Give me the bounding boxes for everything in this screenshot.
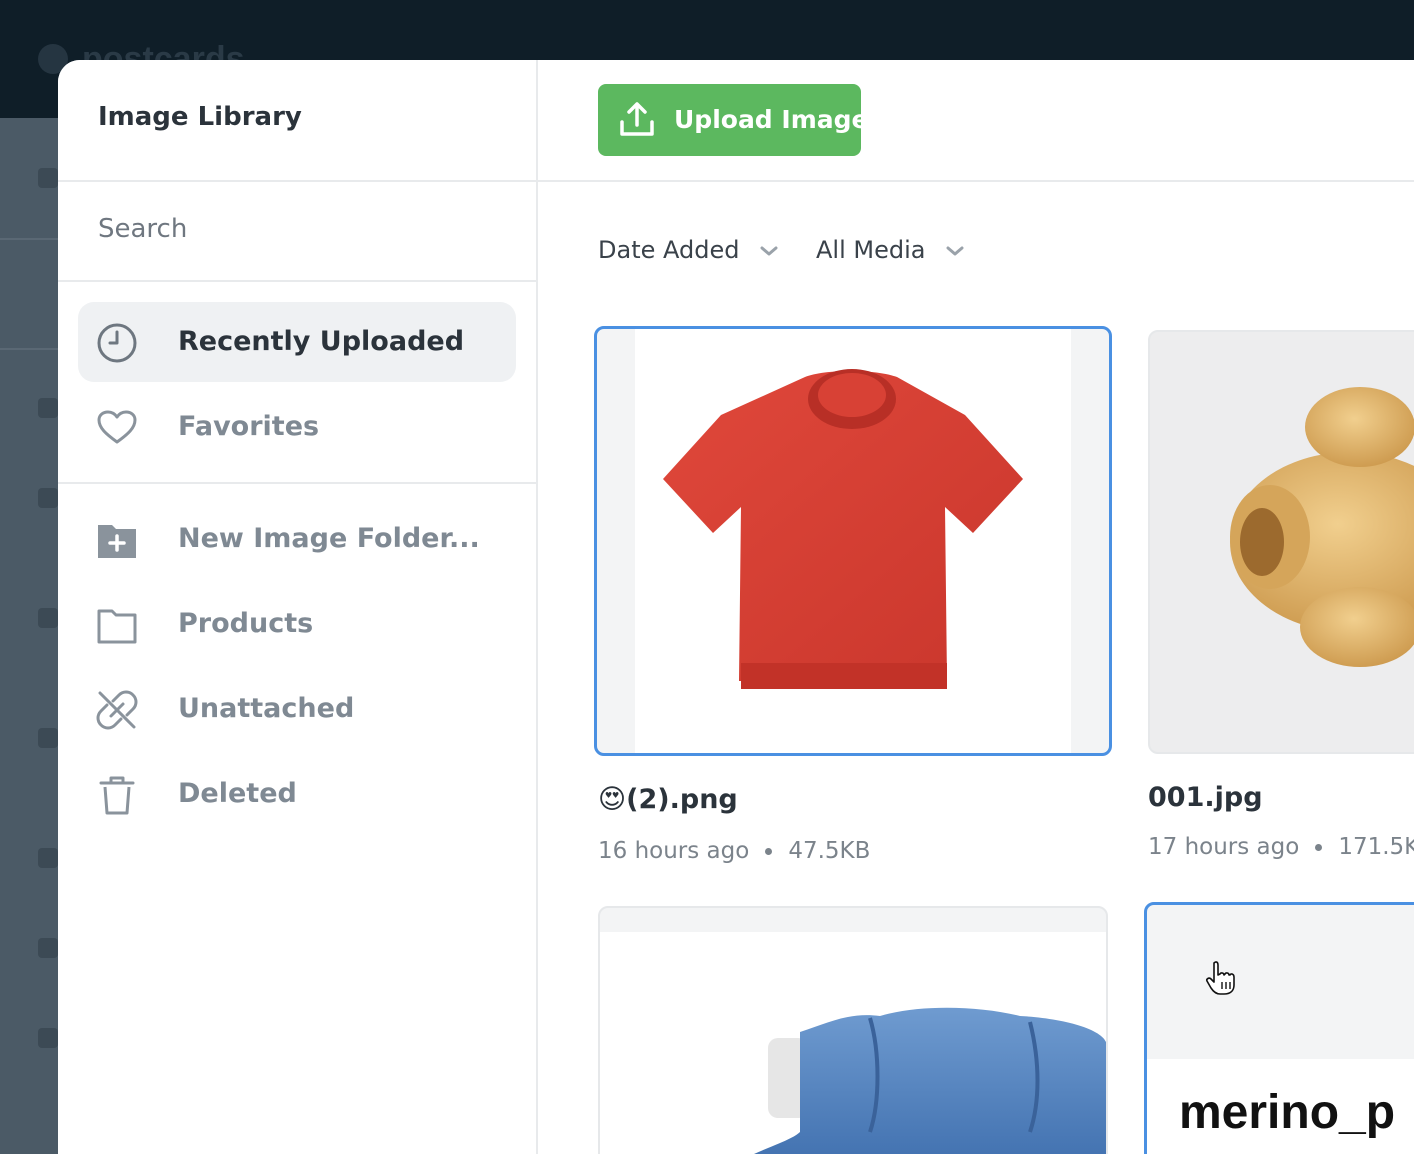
sidebar-item-label: Unattached xyxy=(178,693,355,724)
folder-icon xyxy=(97,609,137,644)
image-thumbnail xyxy=(635,329,1071,753)
image-filename: 001.jpg xyxy=(1148,782,1263,813)
image-size: 171.5KB xyxy=(1338,834,1414,860)
separator-dot xyxy=(765,848,773,855)
separator-dot xyxy=(1315,844,1323,851)
image-time: 17 hours ago xyxy=(1148,834,1300,860)
sidebar-item-favorites[interactable]: Favorites xyxy=(78,387,516,467)
sidebar-item-label: Deleted xyxy=(178,778,297,809)
divider xyxy=(58,280,536,282)
background-icon xyxy=(38,608,58,628)
folder-plus-icon xyxy=(98,525,136,558)
background-icon xyxy=(38,1028,58,1048)
image-filename: 😍(2).png xyxy=(598,784,738,815)
upload-icon xyxy=(620,102,654,136)
image-thumbnail xyxy=(600,932,1106,1154)
upload-image-button[interactable]: Upload Image xyxy=(598,84,868,156)
background-sidebar xyxy=(0,118,58,1154)
image-time: 16 hours ago xyxy=(598,838,750,864)
heart-icon xyxy=(97,410,137,444)
sidebar-item-recently-uploaded[interactable]: Recently Uploaded xyxy=(78,302,516,382)
divider xyxy=(58,482,536,484)
abstract-shape-image xyxy=(1230,387,1414,667)
sidebar-item-deleted[interactable]: Deleted xyxy=(78,754,516,834)
background-icon xyxy=(38,168,58,188)
image-card[interactable] xyxy=(594,326,1112,756)
library-sidebar: Image Library Search Recently Uploaded F… xyxy=(58,60,538,1154)
sidebar-item-unattached[interactable]: Unattached xyxy=(78,669,516,749)
upload-button-label: Upload Image xyxy=(674,105,869,134)
preview-text: merino_p xyxy=(1179,1086,1396,1139)
media-filter-label: All Media xyxy=(816,236,926,264)
image-meta: 16 hours ago 47.5KB xyxy=(598,838,870,864)
chevron-down-icon xyxy=(946,246,964,256)
sidebar-item-products[interactable]: Products xyxy=(78,584,516,664)
blue-object-image xyxy=(754,1007,1106,1154)
sidebar-item-label: New Image Folder... xyxy=(178,523,480,554)
image-card[interactable] xyxy=(1148,330,1414,754)
divider xyxy=(538,180,1414,182)
library-main: Upload Image Date Added All Media 😍(2).p… xyxy=(538,60,1414,1154)
image-thumbnail: merino_p xyxy=(1147,1059,1414,1154)
unlink-icon xyxy=(96,690,138,730)
image-library-modal: Image Library Search Recently Uploaded F… xyxy=(58,60,1414,1154)
library-title: Image Library xyxy=(98,102,302,132)
background-divider xyxy=(0,348,58,350)
tshirt-image xyxy=(663,369,1023,689)
search-input[interactable]: Search xyxy=(98,214,187,244)
image-meta: 17 hours ago 171.5KB xyxy=(1148,834,1414,860)
sidebar-item-label: Favorites xyxy=(178,411,320,442)
trash-icon xyxy=(99,776,135,815)
image-card[interactable] xyxy=(598,906,1108,1154)
background-icon xyxy=(38,848,58,868)
image-size: 47.5KB xyxy=(788,838,871,864)
clock-icon xyxy=(97,323,137,363)
sidebar-item-new-folder[interactable]: New Image Folder... xyxy=(78,499,516,579)
sidebar-item-label: Recently Uploaded xyxy=(178,326,465,357)
sort-dropdown-label: Date Added xyxy=(598,236,740,264)
divider xyxy=(58,180,536,182)
image-card[interactable]: merino_p xyxy=(1144,902,1414,1154)
sidebar-item-label: Products xyxy=(178,608,314,639)
media-filter-dropdown[interactable]: All Media xyxy=(816,236,965,276)
background-icon xyxy=(38,728,58,748)
background-icon xyxy=(38,488,58,508)
hand-cursor-icon xyxy=(1206,961,1235,995)
sort-dropdown[interactable]: Date Added xyxy=(598,236,779,276)
background-icon xyxy=(38,938,58,958)
background-icon xyxy=(38,398,58,418)
chevron-down-icon xyxy=(760,246,778,256)
background-divider xyxy=(0,238,58,240)
